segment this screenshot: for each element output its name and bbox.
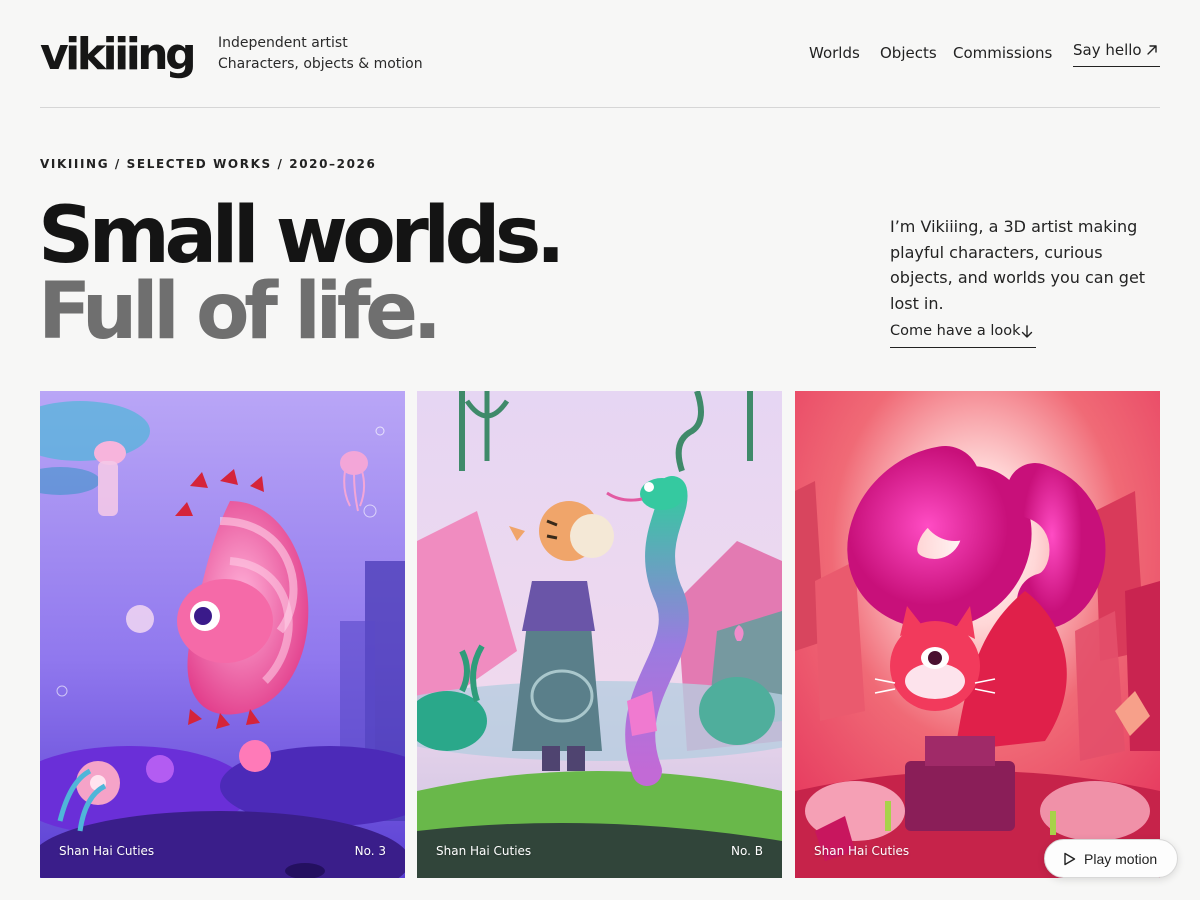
come-have-a-look-label: Come have a look (890, 323, 1021, 339)
nav-link-worlds[interactable]: Worlds (809, 44, 860, 62)
work-series-label: Shan Hai Cuties (59, 844, 155, 858)
hero-intro: I’m Vikiiing, a 3D artist making playful… (890, 217, 1146, 313)
play-icon (1064, 852, 1076, 866)
work-series-label: Shan Hai Cuties (436, 844, 532, 858)
play-motion-button[interactable]: Play motion (1044, 839, 1178, 878)
work-number-label: No. B (731, 844, 763, 858)
say-hello-link[interactable]: Say hello (1073, 41, 1160, 67)
work-image-fish-creature (40, 391, 405, 878)
work-number-label: No. 3 (354, 844, 386, 858)
arrow-up-right-icon (1147, 45, 1157, 55)
site-header: vikiiing Independent artist Characters, … (40, 0, 1160, 108)
say-hello-label: Say hello (1073, 41, 1142, 59)
work-image-pink-squirrel (795, 391, 1160, 878)
arrow-down-icon (1021, 325, 1033, 338)
tagline: Independent artist Characters, objects &… (218, 33, 423, 75)
nav-link-objects[interactable]: Objects (880, 44, 937, 62)
logo[interactable]: vikiiing (40, 30, 197, 80)
come-have-a-look-link[interactable]: Come have a look (890, 322, 1036, 348)
hero-headline: Small worlds. Full of life. (38, 191, 565, 357)
tagline-line-2: Characters, objects & motion (218, 56, 423, 72)
tagline-line-1: Independent artist (218, 35, 348, 51)
breadcrumb-eyebrow: VIKIIING / SELECTED WORKS / 2020–2026 (40, 157, 377, 171)
headline-line-1: Small worlds. (38, 191, 565, 281)
nav-link-commissions[interactable]: Commissions (953, 44, 1052, 62)
work-card-3[interactable]: Shan Hai Cuties (795, 391, 1160, 878)
work-series-label: Shan Hai Cuties (814, 844, 910, 858)
play-motion-label: Play motion (1084, 851, 1158, 867)
headline-line-2: Full of life. (38, 267, 442, 357)
work-image-tiger-and-snake (417, 391, 782, 878)
work-card-2[interactable]: Shan Hai Cuties No. B (417, 391, 782, 878)
work-card-1[interactable]: Shan Hai Cuties No. 3 (40, 391, 405, 878)
